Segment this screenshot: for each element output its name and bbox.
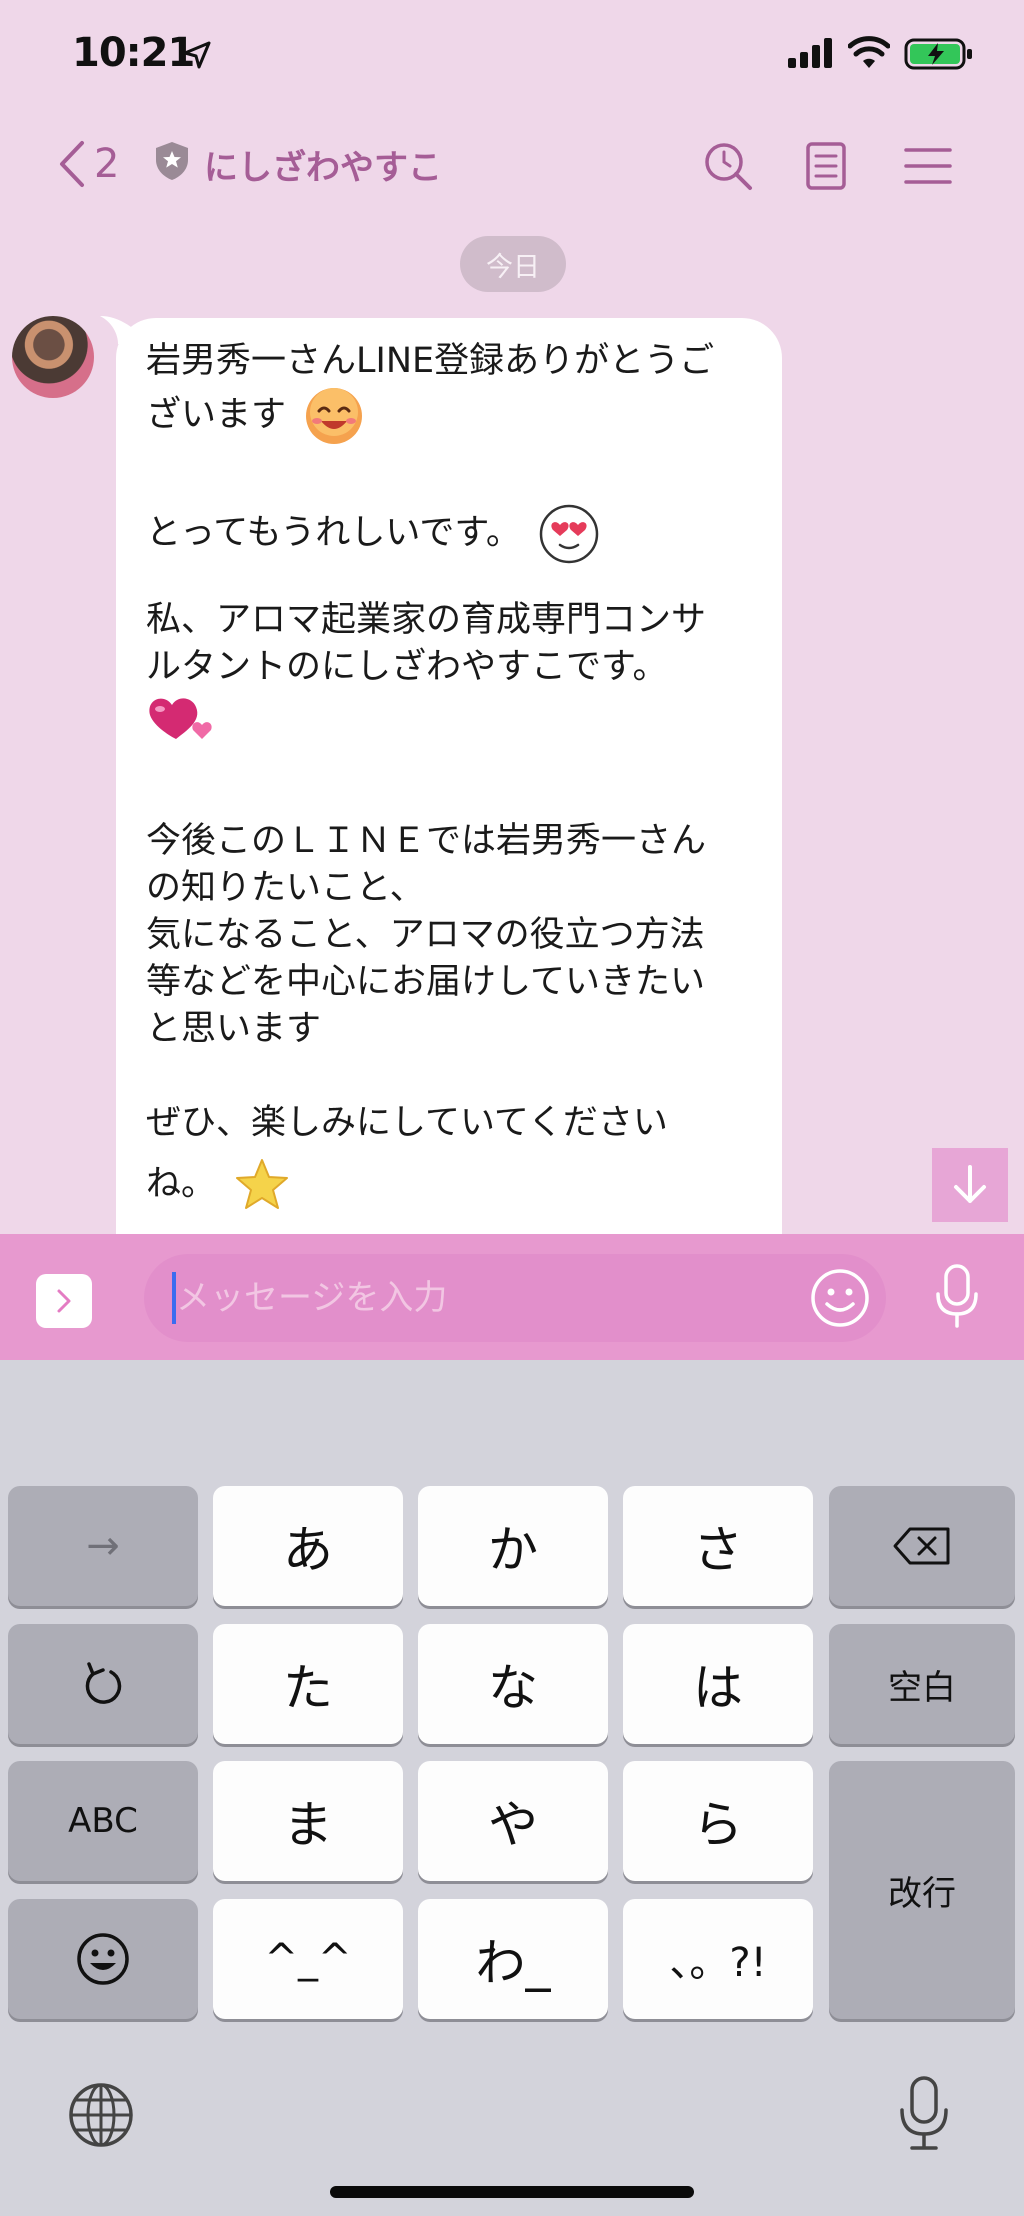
- avatar[interactable]: [12, 316, 94, 398]
- cellular-signal-icon: [788, 38, 832, 68]
- message-input-bar: [0, 1234, 1024, 1360]
- key-punctuation[interactable]: 、。?!: [623, 1899, 813, 2019]
- message-line: ね。: [146, 1157, 752, 1209]
- status-time: 10:21: [72, 30, 195, 76]
- key-abc[interactable]: ABC: [8, 1761, 198, 1881]
- key-ka[interactable]: か: [418, 1486, 608, 1606]
- message-line: 気になること、アロマの役立つ方法: [146, 915, 705, 955]
- message-line: [146, 432, 752, 479]
- key-na[interactable]: な: [418, 1624, 608, 1744]
- scroll-to-bottom-button[interactable]: [932, 1148, 1008, 1222]
- key-a[interactable]: あ: [213, 1486, 403, 1606]
- hearts-icon: [149, 698, 212, 739]
- notes-icon[interactable]: [798, 138, 854, 194]
- wifi-icon: [848, 36, 890, 68]
- key-ha[interactable]: は: [623, 1624, 813, 1744]
- undo-icon: [85, 1662, 122, 1704]
- key-wa[interactable]: わ_: [418, 1899, 608, 2019]
- message-line: [146, 550, 752, 597]
- chevron-right-icon: [57, 1289, 71, 1313]
- key-delete[interactable]: [829, 1486, 1015, 1606]
- search-icon[interactable]: [700, 138, 756, 194]
- message-line: 等などを中心にお届けしていきたい: [146, 962, 705, 1002]
- key-kaomoji[interactable]: ^_^: [213, 1899, 403, 2019]
- arrow-down-icon: [954, 1165, 986, 1203]
- message-line: 今後このＬＩＮＥでは岩男秀一さん: [146, 821, 707, 861]
- chat-header: 2 にしざわやすこ: [0, 120, 1024, 210]
- message-line: ぜひ、楽しみにしていてください: [146, 1103, 668, 1143]
- message-line: 岩男秀一さんLINE登録ありがとうご: [146, 341, 715, 381]
- key-ta[interactable]: た: [213, 1624, 403, 1744]
- date-separator: 今日: [460, 236, 566, 292]
- message-line: [146, 1053, 752, 1100]
- emoji-icon: [77, 1933, 129, 1985]
- expand-menu-button[interactable]: [36, 1274, 92, 1328]
- delete-icon: [893, 1527, 950, 1565]
- message-bubble[interactable]: 岩男秀一さんLINE登録ありがとうご ざいます とってもうれしいです。 私、アロ…: [116, 318, 782, 1234]
- message-line-text: ね。: [146, 1164, 217, 1204]
- text-cursor: [172, 1272, 176, 1324]
- smiling-face-icon: [306, 388, 363, 444]
- key-ma[interactable]: ま: [213, 1761, 403, 1881]
- chevron-left-icon: [60, 141, 84, 187]
- emoji-icon[interactable]: [808, 1266, 872, 1330]
- battery-charging-icon: [904, 38, 972, 70]
- key-sa[interactable]: さ: [623, 1486, 813, 1606]
- unread-count: 2: [94, 141, 120, 187]
- key-space[interactable]: 空白: [829, 1624, 1015, 1744]
- home-indicator[interactable]: [330, 2186, 694, 2198]
- message-line-text: ざいます: [146, 395, 287, 435]
- key-ya[interactable]: や: [418, 1761, 608, 1881]
- message-line: と思います: [146, 1009, 322, 1049]
- key-emoji[interactable]: [8, 1899, 198, 2019]
- key-undo[interactable]: [8, 1624, 198, 1744]
- key-return[interactable]: 改行: [829, 1761, 1015, 2019]
- globe-icon[interactable]: [66, 2080, 136, 2150]
- star-icon: [236, 1159, 289, 1209]
- message-line: [146, 691, 752, 747]
- heart-eyes-face-icon: [539, 504, 599, 564]
- status-bar: 10:21: [0, 0, 1024, 110]
- location-arrow-icon: [183, 41, 211, 69]
- back-button[interactable]: 2: [56, 134, 136, 194]
- message-line: ルタントのにしざわやすこです。: [146, 647, 668, 687]
- key-next[interactable]: →: [8, 1486, 198, 1606]
- chat-area: 10:21 2 にしざわやすこ 今日 岩男秀一さんLINE登録ありがとうご ざい…: [0, 0, 1024, 1234]
- message-line: [146, 747, 752, 794]
- message-input[interactable]: [144, 1254, 886, 1342]
- message-line: 私、アロマ起業家の育成専門コンサ: [146, 600, 707, 640]
- message-line-text: とってもうれしいです。: [146, 513, 521, 553]
- key-ra[interactable]: ら: [623, 1761, 813, 1881]
- microphone-icon[interactable]: [930, 1262, 984, 1332]
- message-line: とってもうれしいです。: [146, 503, 752, 564]
- chat-title: にしざわやすこ: [204, 148, 442, 188]
- message-line: ざいます: [146, 385, 752, 444]
- message-line: の知りたいこと、: [146, 868, 425, 908]
- shield-icon: [156, 142, 188, 180]
- dictation-microphone-icon[interactable]: [896, 2074, 952, 2154]
- menu-icon[interactable]: [900, 138, 956, 194]
